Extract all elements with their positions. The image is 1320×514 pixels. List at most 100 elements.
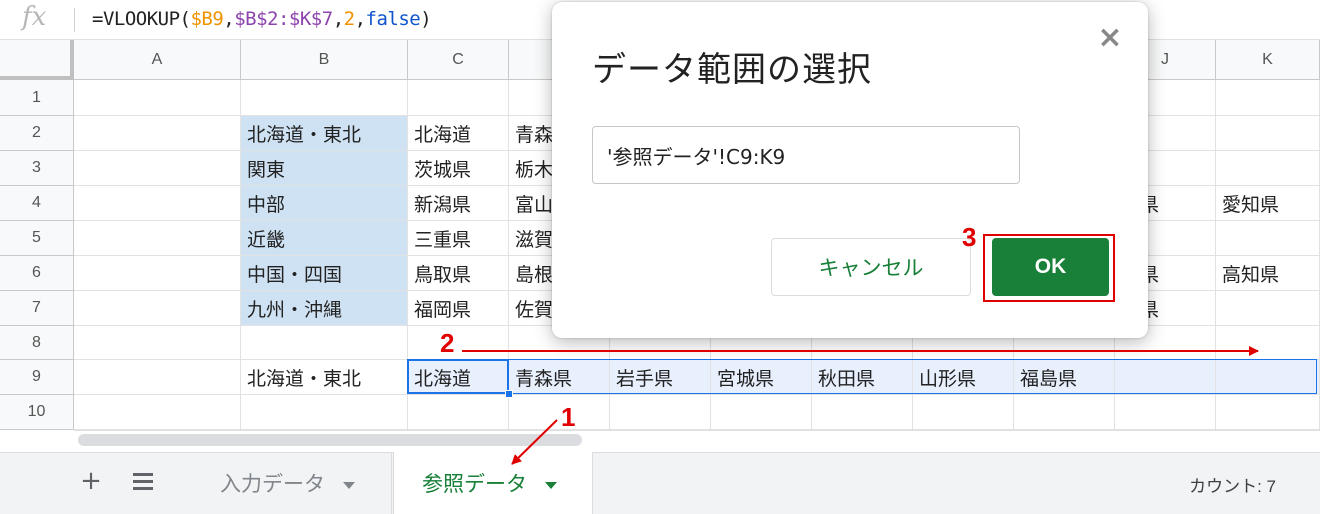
cell-b2[interactable]: 北海道・東北 xyxy=(241,116,408,151)
cell-e9[interactable]: 岩手県 xyxy=(610,360,711,395)
formula-token: , xyxy=(223,8,235,30)
cell-f9[interactable]: 宮城県 xyxy=(711,360,812,395)
formula-token: , xyxy=(354,8,366,30)
fill-handle[interactable] xyxy=(505,390,513,398)
cell-c1[interactable] xyxy=(408,80,509,116)
cell-j10[interactable] xyxy=(1115,395,1216,430)
cell-c5[interactable]: 三重県 xyxy=(408,221,509,256)
sheet-tab-reference-data[interactable]: 参照データ xyxy=(393,452,593,514)
row-header-8[interactable]: 8 xyxy=(0,326,74,360)
cell-b5[interactable]: 近畿 xyxy=(241,221,408,256)
column-header-c[interactable]: C xyxy=(408,40,509,80)
row-header-1[interactable]: 1 xyxy=(0,80,74,116)
cell-a4[interactable] xyxy=(74,186,241,221)
select-data-range-dialog: データ範囲の選択 × '参照データ'!C9:K9 キャンセル OK xyxy=(552,2,1148,338)
close-icon[interactable]: × xyxy=(1096,23,1124,53)
step-marker-2: 2 xyxy=(440,328,455,358)
cell-k9[interactable] xyxy=(1216,360,1320,395)
cell-k6[interactable]: 高知県 xyxy=(1216,256,1320,291)
cell-a6[interactable] xyxy=(74,256,241,291)
formula-token: 2 xyxy=(343,8,355,30)
cell-c6[interactable]: 鳥取県 xyxy=(408,256,509,291)
cell-b10[interactable] xyxy=(241,395,408,430)
cell-h10[interactable] xyxy=(913,395,1014,430)
dialog-title: データ範囲の選択 xyxy=(592,50,872,90)
cell-b3[interactable]: 関東 xyxy=(241,151,408,186)
cell-a10[interactable] xyxy=(74,395,241,430)
cell-g10[interactable] xyxy=(812,395,913,430)
formula-token: ) xyxy=(420,8,432,30)
row-header-4[interactable]: 4 xyxy=(0,186,74,221)
cell-b1[interactable] xyxy=(241,80,408,116)
cell-f10[interactable] xyxy=(711,395,812,430)
row-header-3[interactable]: 3 xyxy=(0,151,74,186)
cell-h9[interactable]: 山形県 xyxy=(913,360,1014,395)
cell-c7[interactable]: 福岡県 xyxy=(408,291,509,326)
cell-b6[interactable]: 中国・四国 xyxy=(241,256,408,291)
formula-token: $B$2:$K$7 xyxy=(234,8,333,30)
cell-b7[interactable]: 九州・沖縄 xyxy=(241,291,408,326)
row-header-6[interactable]: 6 xyxy=(0,256,74,291)
row-header-2[interactable]: 2 xyxy=(0,116,74,151)
cell-b8[interactable] xyxy=(241,326,408,360)
cell-k10[interactable] xyxy=(1216,395,1320,430)
cell-c9[interactable]: 北海道 xyxy=(408,360,509,395)
cell-k7[interactable] xyxy=(1216,291,1320,326)
chevron-down-icon[interactable] xyxy=(545,481,557,489)
row-header-5[interactable]: 5 xyxy=(0,221,74,256)
count-status[interactable]: カウント: 7 xyxy=(1189,472,1276,497)
cell-a5[interactable] xyxy=(74,221,241,256)
cell-d10[interactable] xyxy=(509,395,610,430)
step-marker-3: 3 xyxy=(962,222,977,252)
cell-a2[interactable] xyxy=(74,116,241,151)
cell-c4[interactable]: 新潟県 xyxy=(408,186,509,221)
cell-c8[interactable] xyxy=(408,326,509,360)
cell-a1[interactable] xyxy=(74,80,241,116)
cell-k3[interactable] xyxy=(1216,151,1320,186)
step-marker-1: 1 xyxy=(561,402,576,432)
select-all-corner[interactable] xyxy=(0,40,74,80)
cancel-button[interactable]: キャンセル xyxy=(771,238,971,296)
cell-a3[interactable] xyxy=(74,151,241,186)
column-header-a[interactable]: A xyxy=(74,40,241,80)
add-sheet-button[interactable]: + xyxy=(76,466,106,496)
cell-j9[interactable] xyxy=(1115,360,1216,395)
cell-i9[interactable]: 福島県 xyxy=(1014,360,1115,395)
formula-token: $B9 xyxy=(190,8,224,30)
cell-c3[interactable]: 茨城県 xyxy=(408,151,509,186)
cell-k8[interactable] xyxy=(1216,326,1320,360)
sheet-tab-label: 入力データ xyxy=(220,472,325,496)
ok-button[interactable]: OK xyxy=(992,238,1109,296)
cell-k1[interactable] xyxy=(1216,80,1320,116)
cell-a9[interactable] xyxy=(74,360,241,395)
cell-i10[interactable] xyxy=(1014,395,1115,430)
cell-c10[interactable] xyxy=(408,395,509,430)
cell-k4[interactable]: 愛知県 xyxy=(1216,186,1320,221)
cell-k5[interactable] xyxy=(1216,221,1320,256)
formula-input[interactable]: =VLOOKUP($B9,$B$2:$K$7,2,false) xyxy=(92,8,432,30)
row-header-10[interactable]: 10 xyxy=(0,395,74,430)
cell-e10[interactable] xyxy=(610,395,711,430)
column-header-k[interactable]: K xyxy=(1216,40,1320,80)
chevron-down-icon[interactable] xyxy=(343,481,355,489)
formula-bar-divider xyxy=(74,8,75,32)
column-header-b[interactable]: B xyxy=(241,40,408,80)
row-header-9[interactable]: 9 xyxy=(0,360,74,395)
cell-b4[interactable]: 中部 xyxy=(241,186,408,221)
sheet-tab-label: 参照データ xyxy=(422,472,527,496)
fx-icon: fx xyxy=(22,2,47,32)
cell-b9[interactable]: 北海道・東北 xyxy=(241,360,408,395)
cell-k2[interactable] xyxy=(1216,116,1320,151)
horizontal-scrollbar-thumb[interactable] xyxy=(78,434,582,446)
cell-c2[interactable]: 北海道 xyxy=(408,116,509,151)
range-input[interactable]: '参照データ'!C9:K9 xyxy=(592,126,1020,184)
sheet-tab-input-data[interactable]: 入力データ xyxy=(192,452,392,514)
cell-a8[interactable] xyxy=(74,326,241,360)
cell-d9[interactable]: 青森県 xyxy=(509,360,610,395)
all-sheets-menu-icon[interactable] xyxy=(128,466,158,496)
cell-a7[interactable] xyxy=(74,291,241,326)
formula-token: false xyxy=(365,8,421,30)
row-header-7[interactable]: 7 xyxy=(0,291,74,326)
formula-token: =VLOOKUP( xyxy=(92,8,191,30)
cell-g9[interactable]: 秋田県 xyxy=(812,360,913,395)
